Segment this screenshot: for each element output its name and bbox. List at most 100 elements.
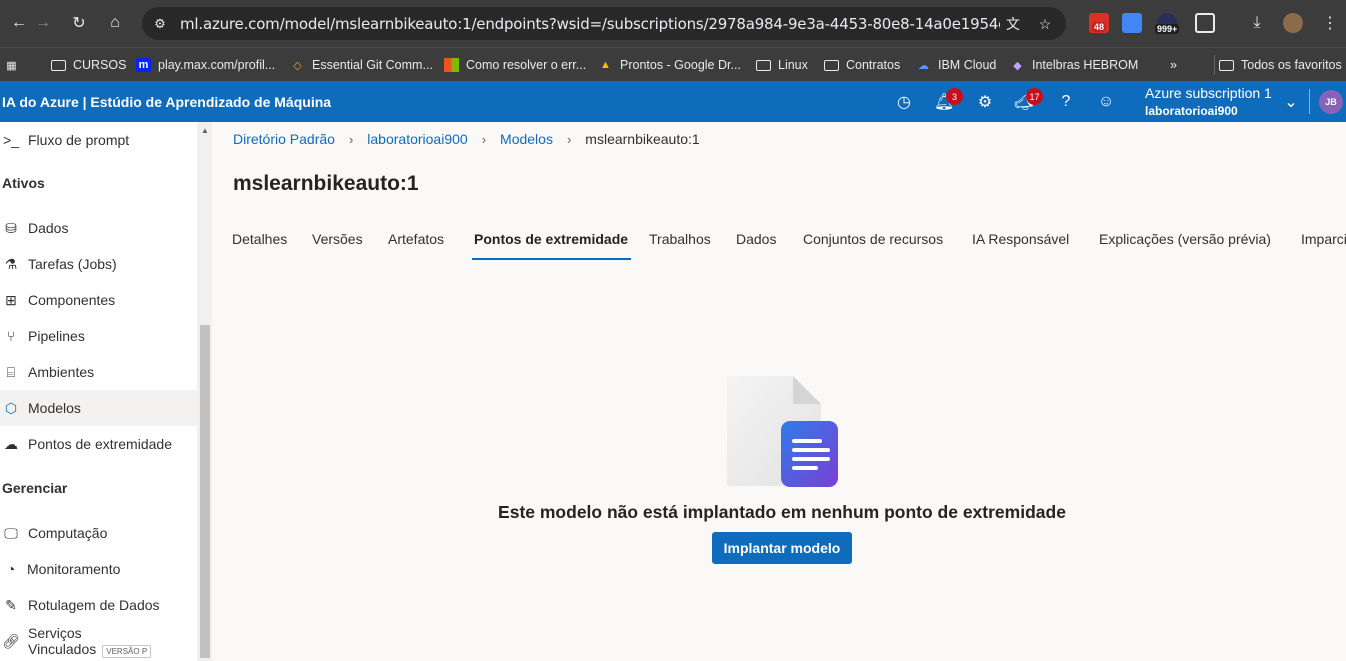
bookmark-essential-git[interactable]: ◇ Essential Git Comm...	[290, 55, 433, 75]
sidebar-item-models[interactable]: ⬡ Modelos	[0, 390, 197, 426]
bookmark-star-icon[interactable]: ☆	[1036, 15, 1054, 33]
apps-grid-icon[interactable]: ▦	[4, 55, 26, 75]
sidebar-item-data[interactable]: ⛁ Dados	[0, 210, 197, 246]
bookmark-contratos[interactable]: Contratos	[824, 55, 900, 75]
link-icon: 🔗︎	[2, 632, 20, 649]
sidebar-item-endpoints[interactable]: ☁ Pontos de extremidade	[0, 426, 197, 462]
translate-icon[interactable]: 文	[1004, 15, 1022, 33]
bookmark-prontos-drive[interactable]: ▲ Prontos - Google Dr...	[598, 55, 741, 75]
chevron-down-icon[interactable]: ⌄	[1281, 92, 1301, 112]
profile-avatar[interactable]	[1283, 13, 1303, 33]
subscription-name[interactable]: Azure subscription 1	[1145, 85, 1272, 101]
tab-artifacts[interactable]: Artefatos	[388, 224, 444, 260]
clock-icon[interactable]: ◷	[894, 92, 914, 112]
url-text[interactable]: ml.azure.com/model/mslearnbikeauto:1/end…	[180, 15, 1000, 33]
folder-icon	[824, 59, 839, 71]
all-favorites[interactable]: Todos os favoritos	[1214, 55, 1342, 75]
intelbras-icon: ◆	[1013, 59, 1022, 72]
extensions-puzzle-icon[interactable]	[1195, 13, 1215, 33]
tab-explanations[interactable]: Explicações (versão prévia)	[1099, 224, 1271, 260]
main-content: Diretório Padrão › laboratorioai900 › Mo…	[213, 122, 1346, 661]
edit-icon: ✎	[5, 596, 17, 613]
sidebar-item-prompt-flow[interactable]: >_ Fluxo de prompt	[0, 122, 197, 158]
chevron-right-icon: ›	[481, 131, 487, 147]
breadcrumb-directory[interactable]: Diretório Padrão	[233, 131, 335, 147]
site-settings-icon[interactable]: ⚙	[152, 16, 168, 32]
cube-icon: ⬡	[4, 399, 18, 416]
tab-responsible-ai[interactable]: IA Responsável	[972, 224, 1069, 260]
app-title[interactable]: IA do Azure | Estúdio de Aprendizado de …	[2, 94, 331, 110]
bookmark-linux[interactable]: Linux	[756, 55, 808, 75]
bookmark-play-max[interactable]: m play.max.com/profil...	[136, 55, 275, 75]
sidebar-item-environments[interactable]: ⌸ Ambientes	[0, 354, 197, 390]
tab-bar: Detalhes Versões Artefatos Pontos de ext…	[213, 224, 1346, 260]
tab-versions[interactable]: Versões	[312, 224, 363, 260]
sidebar-item-jobs[interactable]: ⚗ Tarefas (Jobs)	[0, 246, 197, 282]
menu-kebab-icon[interactable]: ⋮	[1318, 11, 1342, 35]
breadcrumb-models[interactable]: Modelos	[500, 131, 553, 147]
tab-fairness[interactable]: Imparci	[1301, 224, 1346, 260]
gauge-icon: ◔	[6, 561, 16, 577]
bookmark-ibm-cloud[interactable]: ☁ IBM Cloud	[916, 55, 996, 75]
google-drive-icon: ▲	[600, 59, 611, 71]
user-avatar[interactable]: JB	[1319, 90, 1343, 114]
section-assets: Ativos	[2, 175, 45, 191]
tab-endpoints[interactable]: Pontos de extremidade	[471, 224, 632, 260]
more-bookmarks-icon[interactable]: »	[1170, 55, 1177, 75]
monitor-icon: 🖵︎	[4, 524, 18, 541]
breadcrumb-workspace[interactable]: laboratorioai900	[367, 131, 467, 147]
max-icon: m	[136, 58, 151, 72]
help-icon[interactable]: ?	[1056, 92, 1076, 112]
prompt-icon: >_	[3, 132, 19, 148]
sidebar-item-compute[interactable]: 🖵︎ Computação	[0, 515, 197, 551]
gear-icon[interactable]: ⚙	[975, 92, 995, 112]
sidebar-item-pipelines[interactable]: ⑂ Pipelines	[0, 318, 197, 354]
scrollbar-thumb[interactable]	[200, 325, 210, 658]
extension-badge: 999+	[1155, 24, 1180, 34]
tab-details[interactable]: Detalhes	[232, 224, 287, 260]
download-icon[interactable]: ⤓	[1245, 11, 1269, 35]
flask-icon: ⚗	[4, 255, 18, 272]
home-icon[interactable]: ⌂	[103, 11, 127, 35]
sidebar-item-components[interactable]: ⊞ Componentes	[0, 282, 197, 318]
empty-state-message: Este modelo não está implantado em nenhu…	[498, 502, 1066, 522]
counter-extension-icon[interactable]: 999+	[1155, 13, 1180, 34]
section-manage: Gerenciar	[2, 480, 68, 496]
microsoft-icon	[444, 58, 459, 72]
sidebar-item-linked-services[interactable]: 🔗︎ Serviços Vinculados VERSÃO P	[0, 623, 197, 659]
code-icon: ◇	[293, 59, 302, 72]
gmail-extension-icon[interactable]: 48	[1089, 13, 1109, 33]
forward-icon[interactable]: →	[31, 11, 55, 35]
tab-data[interactable]: Dados	[736, 224, 776, 260]
environment-icon: ⌸	[6, 363, 16, 380]
folder-icon	[51, 59, 66, 71]
back-icon[interactable]: ←	[7, 11, 31, 35]
empty-document-illustration	[727, 376, 838, 487]
bookmark-cursos[interactable]: CURSOS	[51, 55, 126, 75]
cloud-endpoint-icon: ☁	[4, 435, 18, 452]
data-icon: ⛁	[5, 219, 17, 236]
bookmarks-bar: ▦ CURSOS m play.max.com/profil... ◇ Essent…	[0, 47, 1346, 81]
breadcrumb-current: mslearnbikeauto:1	[585, 131, 700, 147]
deploy-model-button[interactable]: Implantar modelo	[712, 532, 852, 564]
breadcrumb: Diretório Padrão › laboratorioai900 › Mo…	[233, 131, 700, 147]
cloud-icon: ☁	[918, 59, 929, 72]
pipeline-icon: ⑂	[6, 328, 16, 344]
address-bar[interactable]: ⚙ ml.azure.com/model/mslearnbikeauto:1/e…	[142, 7, 1066, 40]
app-header: IA do Azure | Estúdio de Aprendizado de …	[0, 81, 1346, 122]
smiley-icon[interactable]: ☺	[1096, 92, 1116, 112]
sidebar-item-data-labeling[interactable]: ✎ Rotulagem de Dados	[0, 587, 197, 623]
sidebar-item-monitoring[interactable]: ◔ Monitoramento	[0, 551, 197, 587]
scroll-up-icon[interactable]: ▲	[201, 126, 209, 135]
translate-extension-icon[interactable]	[1122, 13, 1142, 33]
reload-icon[interactable]: ↻	[67, 11, 91, 35]
notification-badge: 3	[946, 88, 963, 105]
tab-feature-sets[interactable]: Conjuntos de recursos	[803, 224, 943, 260]
workspace-name[interactable]: laboratorioai900	[1145, 104, 1238, 118]
sidebar: >_ Fluxo de prompt Ativos ⛁ Dados ⚗ Tare…	[0, 122, 212, 661]
bookmark-intelbras[interactable]: ◆ Intelbras HEBROM	[1010, 55, 1138, 75]
tab-jobs[interactable]: Trabalhos	[649, 224, 711, 260]
bookmark-como-resolver[interactable]: Como resolver o err...	[444, 55, 586, 75]
preview-tag: VERSÃO P	[102, 645, 152, 658]
feedback-badge: 17	[1026, 88, 1043, 105]
